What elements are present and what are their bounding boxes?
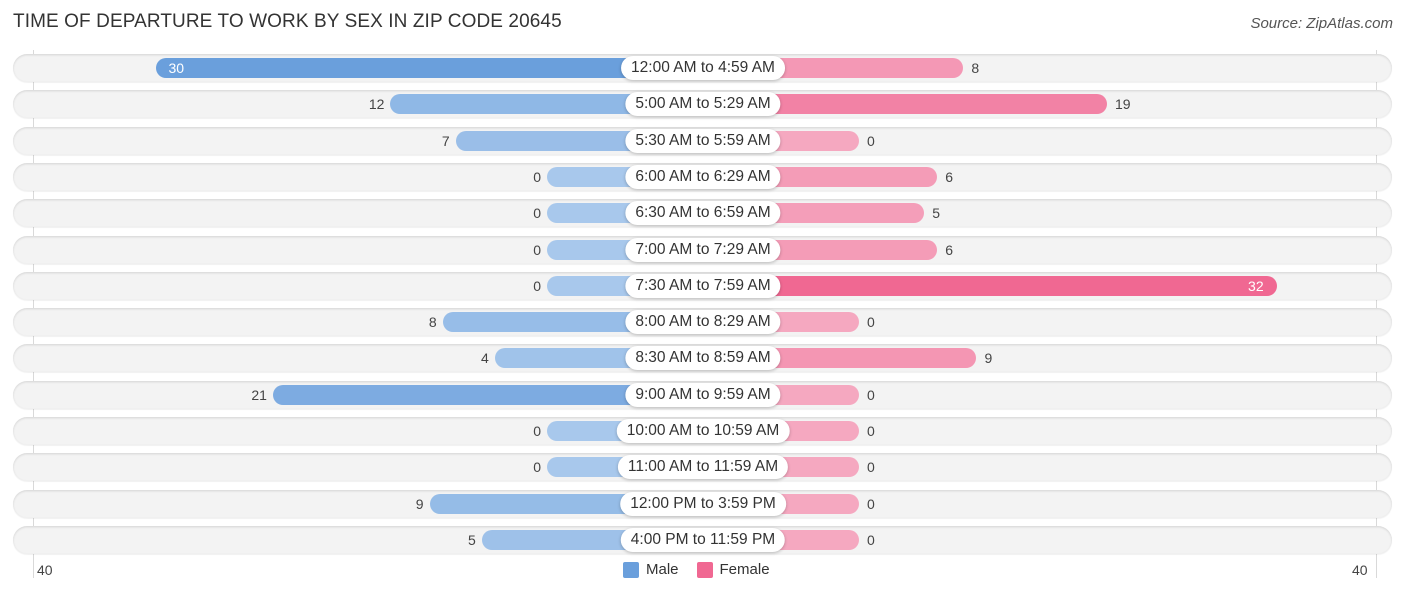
value-label-male: 0: [533, 168, 541, 185]
value-label-male: 5: [467, 531, 476, 548]
value-label-female: 0: [867, 314, 875, 331]
legend-label-female: Female: [719, 561, 770, 578]
category-label: 6:30 AM to 6:59 AM: [625, 201, 781, 226]
value-label-female: 5: [932, 205, 941, 222]
legend: Male Female: [623, 561, 788, 578]
category-label: 10:00 AM to 10:59 AM: [616, 419, 790, 443]
legend-item-female[interactable]: Female: [696, 561, 770, 578]
category-label: 4:00 PM to 11:59 PM: [620, 527, 786, 552]
value-label-female: 19: [1114, 96, 1131, 113]
value-label-female: 6: [945, 168, 954, 185]
axis-tick-left: 40: [37, 562, 53, 578]
value-label-female: 0: [867, 459, 875, 476]
category-label: 8:00 AM to 8:29 AM: [625, 310, 781, 335]
legend-label-male: Male: [646, 561, 679, 578]
value-label-male: 0: [533, 459, 541, 476]
value-label-female: 6: [945, 241, 954, 258]
category-label: 12:00 PM to 3:59 PM: [620, 491, 786, 516]
value-label-male: 8: [428, 314, 437, 331]
bar-female[interactable]: [703, 275, 1277, 296]
source-label: Source: ZipAtlas.com: [1250, 15, 1393, 32]
category-label: 5:00 AM to 5:29 AM: [625, 92, 781, 117]
category-label: 8:30 AM to 8:59 AM: [625, 346, 781, 371]
value-label-female: 0: [867, 386, 875, 403]
value-label-male: 0: [533, 277, 541, 294]
category-label: 5:30 AM to 5:59 AM: [625, 128, 781, 153]
legend-swatch-male: [623, 561, 639, 578]
value-label-female: 0: [867, 495, 875, 512]
value-label-female: 0: [867, 132, 875, 149]
value-label-male: 30: [168, 60, 185, 76]
value-label-male: 21: [251, 386, 267, 403]
legend-item-male[interactable]: Male: [623, 561, 679, 578]
value-label-female: 9: [984, 350, 993, 367]
value-label-female: 0: [867, 423, 875, 439]
chart-title: TIME OF DEPARTURE TO WORK BY SEX IN ZIP …: [13, 11, 562, 32]
category-label: 11:00 AM to 11:59 AM: [617, 455, 789, 480]
value-label-male: 0: [533, 241, 541, 258]
category-label: 12:00 AM to 4:59 AM: [621, 56, 785, 80]
value-label-male: 4: [481, 350, 489, 367]
value-label-male: 0: [533, 423, 541, 439]
value-label-male: 9: [415, 495, 424, 512]
axis-tick-right: 40: [1352, 562, 1368, 578]
value-label-male: 7: [441, 132, 450, 149]
value-label-male: 0: [533, 205, 541, 222]
value-label-female: 32: [1248, 277, 1264, 294]
value-label-male: 12: [368, 96, 385, 113]
category-label: 9:00 AM to 9:59 AM: [625, 382, 781, 407]
category-label: 7:00 AM to 7:29 AM: [625, 237, 781, 262]
legend-swatch-female: [696, 561, 713, 578]
value-label-female: 8: [971, 60, 980, 76]
value-label-female: 0: [867, 531, 875, 548]
category-label: 6:00 AM to 6:29 AM: [625, 164, 781, 189]
category-label: 7:30 AM to 7:59 AM: [625, 273, 781, 298]
